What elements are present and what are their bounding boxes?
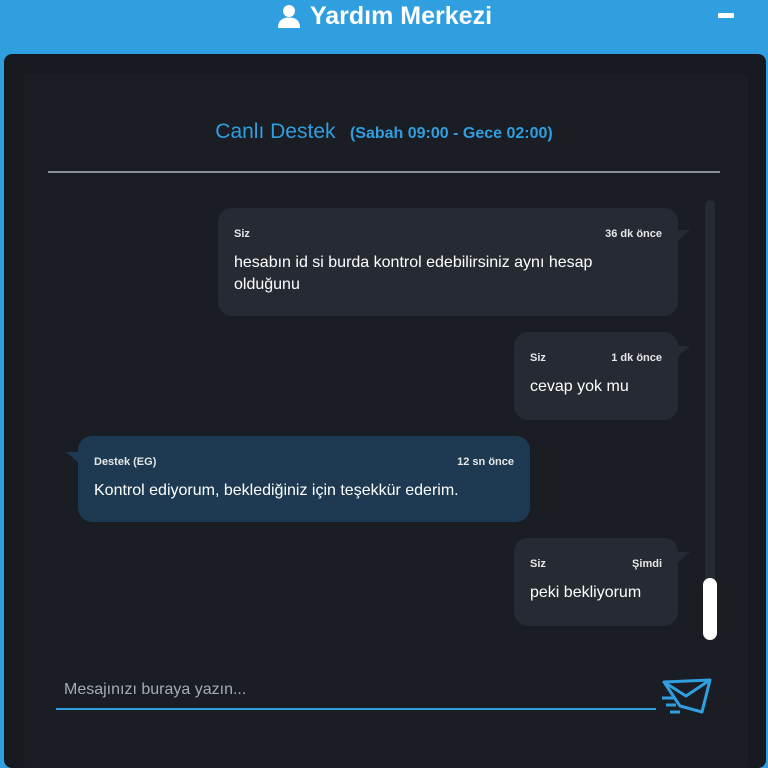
header-title-container: Yardım Merkezi — [0, 0, 768, 32]
message-bubble-outgoing: Siz 36 dk önce hesabın id si burda kontr… — [218, 208, 678, 316]
message-input[interactable] — [56, 672, 656, 710]
message-bubble-incoming: Destek (EG) 12 sn önce Kontrol ediyorum,… — [78, 436, 530, 522]
chat-title-main: Canlı Destek — [215, 120, 336, 143]
message-meta: Siz 1 dk önce — [530, 352, 662, 364]
header-bar: Yardım Merkezi — [0, 0, 768, 54]
bubble-tail — [676, 552, 690, 564]
send-icon[interactable] — [660, 676, 712, 716]
message-time: 1 dk önce — [611, 352, 662, 364]
chat-title: Canlı Destek (Sabah 09:00 - Gece 02:00) — [0, 120, 768, 144]
message-sender: Destek (EG) — [94, 456, 157, 468]
message-bubble-outgoing: Siz Şimdi peki bekliyorum — [514, 538, 678, 626]
message-time: 36 dk önce — [605, 228, 662, 240]
message-sender: Siz — [530, 352, 546, 364]
minimize-icon[interactable] — [718, 13, 734, 18]
bubble-tail — [66, 452, 80, 464]
message-input-area — [56, 672, 656, 712]
message-time: Şimdi — [632, 558, 662, 570]
header-title: Yardım Merkezi — [309, 1, 493, 30]
bubble-tail — [676, 230, 690, 242]
message-meta: Siz 36 dk önce — [234, 228, 662, 240]
title-divider — [48, 171, 720, 173]
chat-inner-panel — [24, 74, 748, 768]
message-meta: Destek (EG) 12 sn önce — [94, 456, 514, 468]
message-meta: Siz Şimdi — [530, 558, 662, 570]
message-sender: Siz — [234, 228, 250, 240]
bubble-tail — [676, 346, 690, 358]
user-icon — [277, 5, 300, 28]
message-text: Kontrol ediyorum, beklediğiniz için teşe… — [94, 482, 459, 499]
message-bubble-outgoing: Siz 1 dk önce cevap yok mu — [514, 332, 678, 420]
message-time: 12 sn önce — [457, 456, 514, 468]
message-text: cevap yok mu — [530, 378, 629, 395]
chat-hours: (Sabah 09:00 - Gece 02:00) — [349, 125, 553, 142]
message-text: hesabın id si burda kontrol edebilirsini… — [234, 254, 593, 293]
scrollbar-thumb[interactable] — [703, 578, 717, 640]
message-sender: Siz — [530, 558, 546, 570]
scrollbar-track[interactable] — [703, 200, 717, 640]
message-text: peki bekliyorum — [530, 584, 642, 601]
